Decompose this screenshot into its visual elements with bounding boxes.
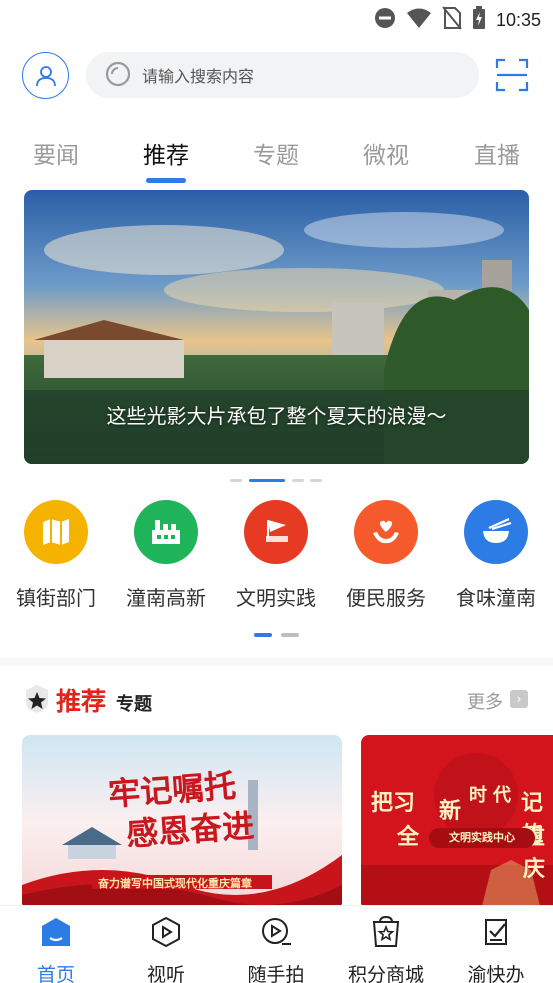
nav-suishoupai[interactable]: 随手拍	[226, 916, 326, 983]
service-label: 镇街部门	[16, 586, 96, 610]
service-bianmin-fuwu[interactable]: 便民服务	[336, 500, 436, 611]
header: 请输入搜索内容	[0, 50, 553, 102]
star-badge-icon	[26, 685, 48, 713]
seal-label: 文明实践中心	[429, 828, 535, 848]
service-grid: 镇街部门 潼南高新 文明实践 便民服务 食味潼南	[0, 500, 553, 620]
tab-zhibo[interactable]: 直播	[467, 136, 527, 170]
service-shiwei-tongnan[interactable]: 食味潼南	[446, 500, 546, 611]
scan-icon	[495, 58, 529, 92]
banner-caption: 这些光影大片承包了整个夏天的浪漫～	[106, 404, 447, 428]
flag-icon	[244, 500, 308, 564]
section-divider	[0, 658, 553, 666]
tab-zhuanti[interactable]: 专题	[246, 136, 306, 170]
nav-yukuaiban[interactable]: 渝快办	[446, 916, 546, 983]
service-wenming-shijian[interactable]: 文明实践	[226, 500, 326, 611]
factory-icon	[134, 500, 198, 564]
topic-card[interactable]: 牢记嘱托 感恩奋进 奋力谱写中国式现代化重庆篇章	[22, 735, 342, 910]
search-icon	[105, 61, 131, 87]
heart-hands-icon	[354, 500, 418, 564]
nav-jifen-shangcheng[interactable]: 积分商城	[336, 915, 436, 983]
banner-dot-active	[249, 479, 285, 482]
service-label: 潼南高新	[126, 586, 206, 610]
seal-text-era: 时代	[469, 785, 517, 806]
home-icon	[42, 918, 70, 946]
chevron-right-icon[interactable]: ›	[510, 690, 528, 708]
nav-label: 首页	[36, 964, 75, 983]
section-title: 推荐	[56, 687, 107, 716]
scan-button[interactable]	[495, 58, 529, 92]
recommended-topics-header: 推荐 专题 更多 ›	[0, 682, 553, 722]
play-icon	[152, 916, 180, 948]
service-pager-active	[254, 633, 272, 637]
battery-icon	[472, 6, 486, 34]
search-placeholder: 请输入搜索内容	[142, 67, 255, 86]
user-icon	[35, 65, 56, 86]
service-label: 便民服务	[346, 586, 426, 610]
topic-card[interactable]: 把习 记的 全 重庆 新 时代 文明实践中心	[361, 735, 553, 910]
nav-label: 积分商城	[347, 964, 424, 983]
section-subtitle: 专题	[116, 694, 152, 715]
search-input[interactable]: 请输入搜索内容	[86, 52, 479, 98]
map-icon	[24, 500, 88, 564]
service-tongnan-gaoxin[interactable]: 潼南高新	[116, 500, 216, 611]
card-headline-2: 感恩奋进	[124, 806, 256, 854]
banner-dot	[230, 479, 242, 482]
banner-dot	[310, 479, 322, 482]
banner-pager	[0, 479, 553, 485]
tab-tuijian[interactable]: 推荐	[136, 136, 196, 170]
user-avatar-button[interactable]	[22, 52, 69, 99]
tab-yaowen[interactable]: 要闻	[26, 136, 86, 170]
nav-label: 随手拍	[247, 964, 305, 983]
seal-text-new: 新	[439, 799, 462, 824]
tab-indicator	[146, 178, 186, 183]
nav-home[interactable]: 首页	[6, 916, 106, 983]
nav-shiting[interactable]: 视听	[116, 916, 216, 983]
tab-weishi[interactable]: 微视	[356, 136, 416, 170]
check-box-icon	[485, 919, 507, 945]
banner-dot	[292, 479, 304, 482]
service-pager-dot	[281, 633, 299, 637]
channel-tabs: 要闻 推荐 专题 微视 直播	[0, 130, 553, 186]
service-label: 文明实践	[236, 586, 316, 610]
more-link[interactable]: 更多	[467, 688, 503, 714]
nav-label: 视听	[146, 964, 185, 983]
do-not-disturb-icon	[374, 7, 396, 33]
card-line2: 全	[397, 825, 420, 850]
banner-carousel[interactable]: 这些光影大片承包了整个夏天的浪漫～	[24, 190, 529, 464]
bottom-nav: 首页 视听 随手拍 积分商城 渝快办	[0, 905, 553, 983]
wifi-icon	[406, 7, 432, 33]
card-headline: 把习	[371, 791, 416, 816]
bowl-icon	[464, 500, 528, 564]
nav-label: 渝快办	[467, 964, 525, 983]
camera-play-icon	[262, 918, 291, 945]
status-time: 10:35	[495, 9, 541, 30]
service-label: 食味潼南	[456, 586, 536, 610]
status-bar: 10:35	[0, 0, 553, 38]
card-subtitle: 奋力谱写中国式现代化重庆篇章	[98, 877, 252, 890]
shop-star-icon	[372, 915, 400, 947]
no-sim-icon	[442, 6, 462, 34]
service-zhenjie[interactable]: 镇街部门	[6, 500, 106, 611]
